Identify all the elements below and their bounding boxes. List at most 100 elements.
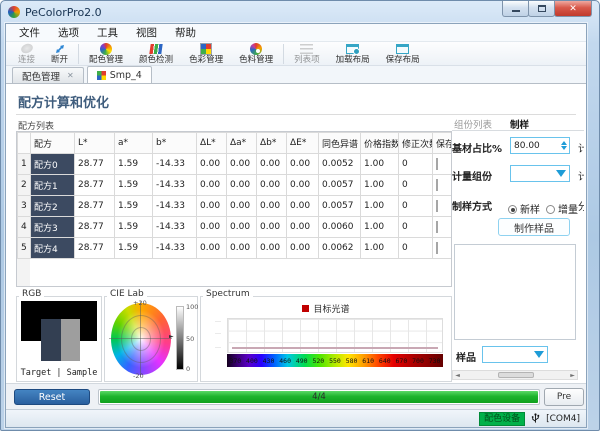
spectrum-legend: 目标光谱 (201, 302, 451, 315)
menu-help[interactable]: 帮助 (166, 24, 205, 41)
recipe-name-cell[interactable]: 配方0 (31, 154, 75, 175)
col-price-index: 价格指数 (361, 133, 399, 154)
spectrum-plot (227, 318, 443, 353)
recipe-name-cell[interactable]: 配方1 (31, 175, 75, 196)
base-ratio-label: 基材占比% (452, 140, 502, 155)
colorant-manage-icon (250, 43, 262, 55)
close-button[interactable]: ✕ (554, 1, 592, 17)
clipped-text-fragment: 分 (578, 198, 584, 213)
save-checkbox[interactable] (436, 221, 438, 233)
scrollbar-thumb[interactable] (498, 372, 534, 378)
cielab-b-axis (140, 301, 141, 377)
recipe-name-cell[interactable]: 配方4 (31, 238, 75, 259)
col-save: 保存 (433, 133, 453, 154)
legend-label: 目标光谱 (313, 302, 349, 315)
color-detect-button[interactable]: 颜色检测 (131, 42, 181, 66)
recipe-name-cell[interactable]: 配方2 (31, 196, 75, 217)
document-tab-bar: 配色管理 ✕ Smp_4 (6, 66, 586, 83)
minimize-button[interactable] (502, 1, 529, 17)
sample-dropdown[interactable] (482, 346, 548, 363)
save-checkbox[interactable] (436, 242, 438, 254)
divider (16, 114, 576, 115)
maximize-button[interactable] (528, 1, 555, 17)
make-sample-button[interactable]: 制作样品 (498, 218, 570, 236)
menu-tools[interactable]: 工具 (88, 24, 127, 41)
clipped-text-fragment: 计 (578, 168, 584, 183)
toolbar-separator (78, 44, 79, 64)
tab-smp4[interactable]: Smp_4 (87, 66, 152, 83)
colorant-manage-button[interactable]: 色料管理 (231, 42, 281, 66)
col-metamerism: 同色异谱 (319, 133, 361, 154)
save-checkbox[interactable] (436, 200, 438, 212)
menu-view[interactable]: 视图 (127, 24, 166, 41)
bottom-action-bar: Reset 4/4 Pre (6, 383, 586, 409)
table-row[interactable]: 4 配方3 28.77 1.59 -14.33 0.00 0.00 0.00 0… (18, 217, 453, 238)
color-detect-icon (149, 44, 162, 54)
scroll-left-icon[interactable]: ◄ (453, 371, 462, 379)
spectrum-panel: Spectrum 目标光谱 … … … 370 400 430 (200, 289, 452, 382)
color-match-manage-button[interactable]: 配色管理 (81, 42, 131, 66)
disconnect-button[interactable]: 断开 (43, 42, 76, 66)
rgb-caption: Target | Sample (17, 368, 101, 378)
spinner-down-icon[interactable] (561, 146, 567, 150)
menu-file[interactable]: 文件 (10, 24, 49, 41)
color-match-icon (100, 43, 112, 55)
target-spectrum-line (232, 347, 438, 349)
col-dL: ΔL* (197, 133, 227, 154)
connect-button[interactable]: 连接 (10, 42, 43, 66)
save-checkbox[interactable] (436, 158, 438, 170)
color-manage-button[interactable]: 色彩管理 (181, 42, 231, 66)
menu-options[interactable]: 选项 (49, 24, 88, 41)
col-dE: ΔE* (287, 133, 319, 154)
lightness-min-label: 0 (186, 365, 190, 373)
radio-increment[interactable]: 增量 (546, 198, 578, 217)
table-row[interactable]: 5 配方4 28.77 1.59 -14.33 0.00 0.00 0.00 0… (18, 238, 453, 259)
tab-make-sample[interactable]: 制样 (510, 117, 529, 131)
lightness-max-label: 100 (186, 303, 198, 311)
reset-button[interactable]: Reset (14, 389, 90, 405)
y-axis-tick: … (215, 343, 221, 350)
window-title: PeColorPro2.0 (25, 6, 102, 19)
radio-new-sample[interactable]: 新样 (508, 198, 540, 217)
lightness-scale-bar (176, 306, 184, 370)
col-da: Δa* (227, 133, 257, 154)
save-checkbox[interactable] (436, 179, 438, 191)
legend-swatch-icon (302, 305, 309, 312)
spectrum-panel-title: Spectrum (203, 289, 253, 299)
usb-icon (530, 409, 541, 428)
tab-color-match-manage[interactable]: 配色管理 ✕ (12, 67, 84, 83)
col-a: a* (115, 133, 153, 154)
tab-component-list[interactable]: 组份列表 (454, 117, 492, 131)
load-layout-button[interactable]: 加载布局 (328, 42, 378, 66)
horizontal-scrollbar[interactable]: ◄ ► (452, 370, 578, 380)
status-bar: 配色设备 [COM4] (6, 409, 586, 427)
load-layout-icon (346, 44, 359, 54)
target-color-swatch (41, 319, 61, 361)
table-row[interactable]: 3 配方2 28.77 1.59 -14.33 0.00 0.00 0.00 0… (18, 196, 453, 217)
table-row[interactable]: 1 配方0 28.77 1.59 -14.33 0.00 0.00 0.00 0… (18, 154, 453, 175)
y-axis-tick: … (215, 317, 221, 324)
base-ratio-spinner[interactable]: 80.00 (510, 137, 570, 154)
make-sample-panel: 组份列表 制样 基材占比% 80.00 计量组份 制样方式 (452, 116, 584, 382)
table-header-row: 配方 L* a* b* ΔL* Δa* Δb* ΔE* 同色异谱 价格指数 修正… (18, 133, 453, 154)
sample-label: 样品 (456, 349, 476, 364)
pre-button[interactable]: Pre (544, 388, 584, 406)
wavelength-axis: 370 400 430 460 490 520 550 580 610 640 … (227, 354, 443, 367)
cielab-ring (131, 327, 151, 351)
tab-close-icon[interactable]: ✕ (67, 71, 74, 80)
progress-text: 4/4 (99, 392, 539, 402)
metering-dropdown[interactable] (510, 165, 570, 182)
component-list-box[interactable] (454, 244, 576, 340)
scroll-right-icon[interactable]: ► (568, 371, 577, 379)
connect-icon (19, 42, 33, 55)
save-layout-button[interactable]: 保存布局 (378, 42, 428, 66)
radio-checked-icon (508, 205, 517, 214)
color-manage-icon (200, 43, 212, 55)
list-items-button[interactable]: 列表项 (286, 42, 328, 66)
cielab-axis-label-top: +20 (133, 299, 147, 307)
col-corrections: 修正次数 (399, 133, 433, 154)
recipe-name-cell[interactable]: 配方3 (31, 217, 75, 238)
spinner-up-icon[interactable] (561, 141, 567, 145)
table-row[interactable]: 2 配方1 28.77 1.59 -14.33 0.00 0.00 0.00 0… (18, 175, 453, 196)
device-status-badge: 配色设备 (479, 412, 525, 426)
